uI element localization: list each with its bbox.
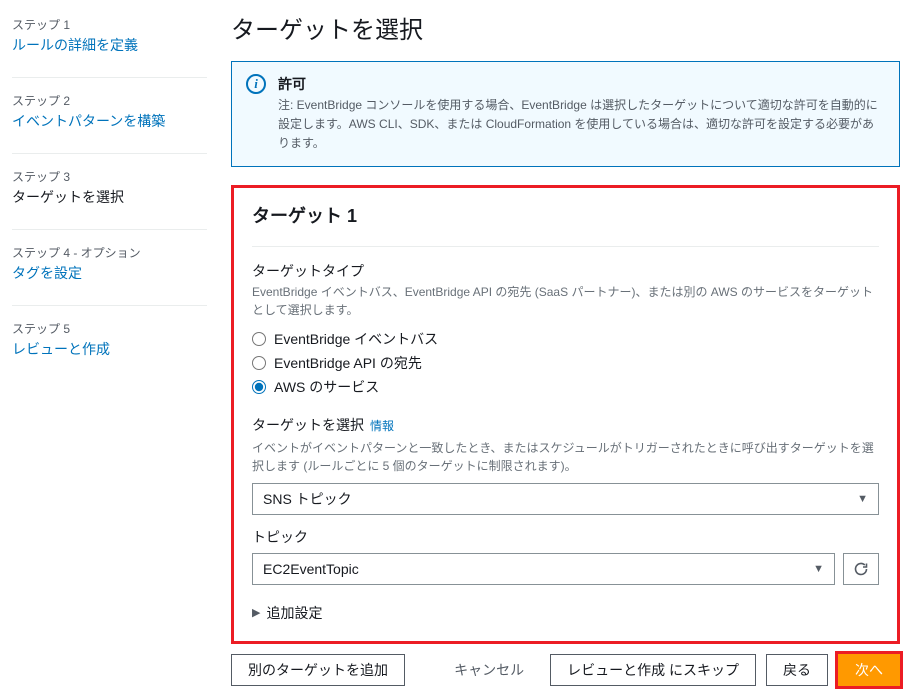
step-label: ステップ 4 - オプション — [12, 244, 207, 261]
topic-select[interactable]: EC2EventTopic ▼ — [252, 553, 835, 585]
wizard-steps-sidebar: ステップ 1 ルールの詳細を定義 ステップ 2 イベントパターンを構築 ステップ… — [12, 10, 207, 686]
wizard-footer: 別のターゲットを追加 キャンセル レビューと作成 にスキップ 戻る 次へ — [231, 654, 900, 686]
step-1[interactable]: ステップ 1 ルールの詳細を定義 — [12, 16, 207, 55]
select-value: EC2EventTopic — [263, 561, 359, 577]
select-target-hint: イベントがイベントパターンと一致したとき、またはスケジュールがトリガーされたとき… — [252, 439, 879, 475]
select-target-label: ターゲットを選択 — [252, 415, 364, 435]
step-3: ステップ 3 ターゲットを選択 — [12, 168, 207, 207]
step-title[interactable]: イベントパターンを構築 — [12, 111, 207, 131]
skip-to-review-button[interactable]: レビューと作成 にスキップ — [550, 654, 756, 686]
radio-label: AWS のサービス — [274, 377, 379, 397]
refresh-button[interactable] — [843, 553, 879, 585]
target-type-hint: EventBridge イベントバス、EventBridge API の宛先 (… — [252, 283, 879, 319]
step-4[interactable]: ステップ 4 - オプション タグを設定 — [12, 244, 207, 283]
additional-settings-expander[interactable]: ▶ 追加設定 — [252, 603, 879, 623]
next-button[interactable]: 次へ — [838, 654, 900, 686]
step-label: ステップ 1 — [12, 16, 207, 33]
step-5[interactable]: ステップ 5 レビューと作成 — [12, 320, 207, 359]
radio-input[interactable] — [252, 380, 266, 394]
step-title[interactable]: タグを設定 — [12, 263, 207, 283]
radio-label: EventBridge API の宛先 — [274, 353, 422, 373]
info-icon: i — [246, 74, 266, 94]
expander-label: 追加設定 — [266, 603, 322, 623]
info-body: 注: EventBridge コンソールを使用する場合、EventBridge … — [278, 96, 885, 154]
info-link[interactable]: 情報 — [370, 417, 394, 434]
radio-eventbridge-bus[interactable]: EventBridge イベントバス — [252, 327, 879, 351]
refresh-icon — [853, 561, 869, 577]
add-target-button[interactable]: 別のターゲットを追加 — [231, 654, 405, 686]
divider — [12, 305, 207, 306]
radio-aws-service[interactable]: AWS のサービス — [252, 375, 879, 399]
step-label: ステップ 3 — [12, 168, 207, 185]
step-2[interactable]: ステップ 2 イベントパターンを構築 — [12, 92, 207, 131]
step-title: ターゲットを選択 — [12, 187, 207, 207]
cancel-button[interactable]: キャンセル — [438, 654, 540, 686]
radio-eventbridge-api[interactable]: EventBridge API の宛先 — [252, 351, 879, 375]
page-title: ターゲットを選択 — [231, 10, 900, 45]
permission-info-box: i 許可 注: EventBridge コンソールを使用する場合、EventBr… — [231, 61, 900, 167]
step-label: ステップ 2 — [12, 92, 207, 109]
divider — [12, 229, 207, 230]
divider — [252, 246, 879, 247]
radio-input[interactable] — [252, 356, 266, 370]
divider — [12, 77, 207, 78]
divider — [12, 153, 207, 154]
target-type-label: ターゲットタイプ — [252, 261, 879, 281]
radio-label: EventBridge イベントバス — [274, 329, 438, 349]
back-button[interactable]: 戻る — [766, 654, 828, 686]
target-heading: ターゲット 1 — [252, 202, 879, 228]
target-type-radio-group: EventBridge イベントバス EventBridge API の宛先 A… — [252, 327, 879, 399]
step-label: ステップ 5 — [12, 320, 207, 337]
chevron-down-icon: ▼ — [857, 493, 868, 505]
select-value: SNS トピック — [263, 489, 352, 509]
step-title[interactable]: レビューと作成 — [12, 339, 207, 359]
target-1-panel: ターゲット 1 ターゲットタイプ EventBridge イベントバス、Even… — [231, 185, 900, 644]
radio-input[interactable] — [252, 332, 266, 346]
topic-label: トピック — [252, 527, 879, 547]
target-service-select[interactable]: SNS トピック ▼ — [252, 483, 879, 515]
chevron-down-icon: ▼ — [813, 563, 824, 575]
triangle-right-icon: ▶ — [252, 606, 260, 619]
step-title[interactable]: ルールの詳細を定義 — [12, 35, 207, 55]
info-title: 許可 — [278, 74, 885, 94]
